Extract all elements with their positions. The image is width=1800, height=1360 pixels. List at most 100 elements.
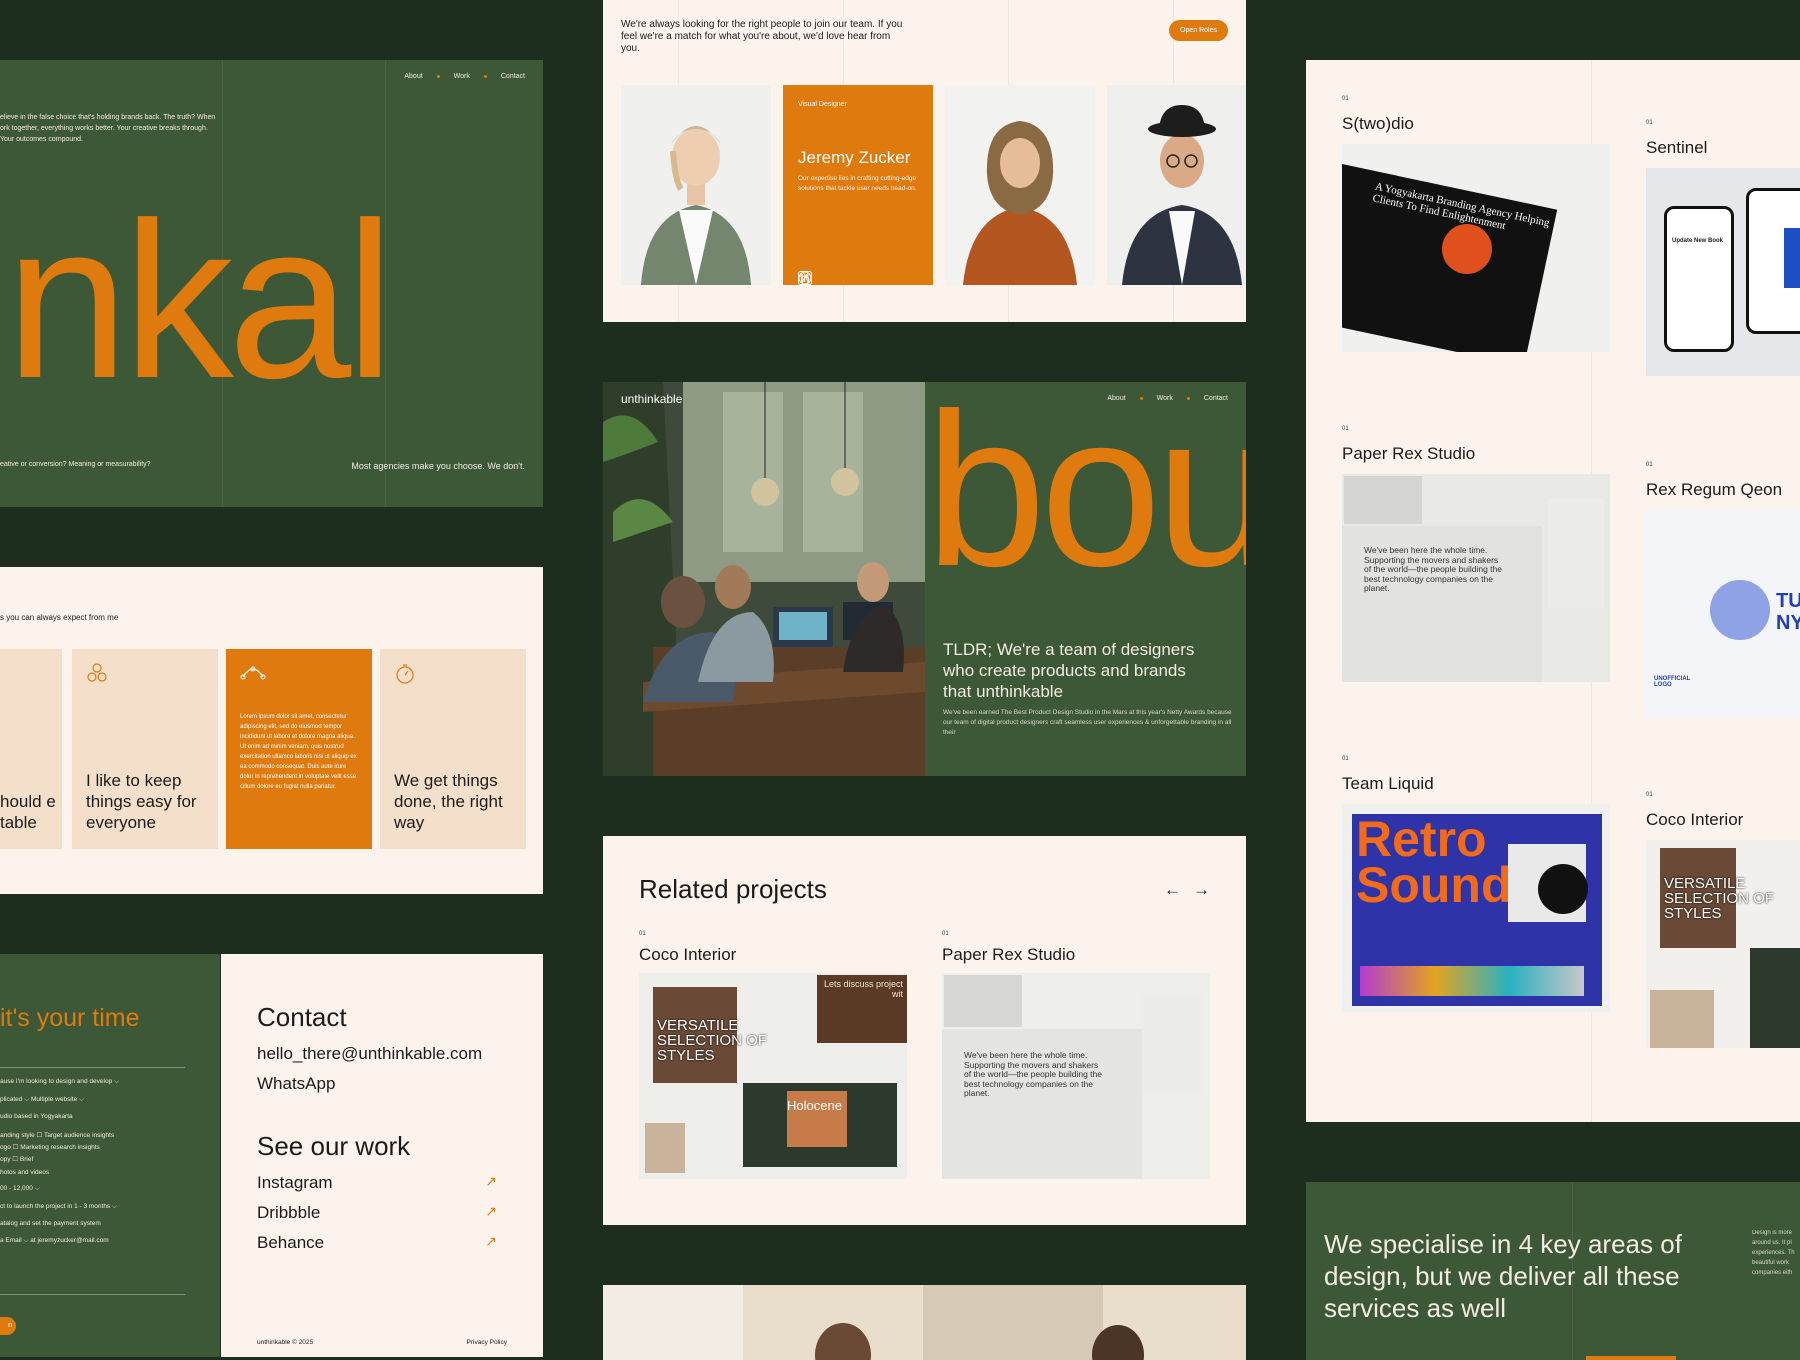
value-card-text: hould e table	[0, 792, 56, 832]
thumb-dark-card	[1750, 948, 1800, 1048]
project-thumbnail: Update New Book	[1646, 168, 1800, 376]
project-name: Sentinel	[1646, 138, 1708, 157]
team-intro: We're always looking for the right peopl…	[621, 19, 903, 54]
project-number: 01	[1646, 120, 1653, 126]
form-line[interactable]: anding style ☐ Target audience insights	[0, 1131, 114, 1139]
member-name: Jeremy Zucker	[798, 148, 911, 167]
project-name: Coco Interior	[1646, 810, 1744, 829]
value-card: I like to keep things easy for everyone	[72, 649, 218, 849]
accent-bar	[1586, 1356, 1676, 1360]
project-name: S(two)dio	[1342, 114, 1414, 133]
stopwatch-icon	[394, 663, 512, 690]
team-member-photo[interactable]	[1107, 85, 1246, 285]
form-line[interactable]: ogo ☐ Marketing research insights	[0, 1143, 100, 1151]
submit-button[interactable]: n	[0, 1317, 16, 1335]
related-project-card[interactable]: 01 Coco Interior VERSATILE SELECTION OF …	[639, 931, 907, 1179]
book-cover	[1784, 228, 1800, 288]
social-link-behance[interactable]: Behance ↗	[257, 1233, 497, 1253]
project-name: Rex Regum Qeon	[1646, 480, 1783, 499]
project-thumbnail: VERSATILE SELECTION OF STYLES Lets discu…	[639, 973, 907, 1179]
project-card[interactable]: 01 Rex Regum Qeon TU NY UNOFFICIAL LOGO	[1646, 462, 1800, 718]
office-illustration	[603, 382, 925, 776]
social-link-dribbble[interactable]: Dribbble ↗	[257, 1203, 497, 1223]
projects-panel: 01 S(two)dio A Yogyakarta Branding Agenc…	[1306, 60, 1800, 1122]
arrow-right-icon[interactable]: →	[1193, 880, 1210, 900]
brand-logo[interactable]: unthinkable	[621, 392, 682, 406]
copyright: unthinkable © 2025	[257, 1339, 314, 1346]
nav-about[interactable]: About	[404, 73, 422, 80]
project-thumbnail: We've been here the whole time. Supporti…	[942, 973, 1210, 1179]
form-line[interactable]: hotos and videos	[0, 1169, 49, 1176]
contact-whatsapp[interactable]: WhatsApp	[257, 1074, 335, 1094]
thumb-image	[1650, 990, 1714, 1048]
nav-dot	[483, 75, 487, 78]
about-nav: About Work Contact	[1107, 395, 1228, 402]
project-card[interactable]: 01 Paper Rex Studio We've been here the …	[1342, 426, 1610, 682]
open-roles-button[interactable]: Open Roles	[1169, 20, 1228, 41]
specialise-panel: We specialise in 4 key areas of design, …	[1306, 1182, 1800, 1360]
link-label: Instagram	[257, 1173, 333, 1192]
nav-about[interactable]: About	[1107, 395, 1125, 402]
team-member-featured-card[interactable]: Visual Designer Jeremy Zucker Our expert…	[783, 85, 933, 285]
thumb-face	[1710, 580, 1770, 640]
project-number: 01	[1342, 96, 1349, 102]
project-number: 01	[1342, 756, 1349, 762]
specialise-headline: We specialise in 4 key areas of design, …	[1324, 1229, 1682, 1323]
bezier-icon	[240, 663, 358, 686]
project-card[interactable]: 01 S(two)dio A Yogyakarta Branding Agenc…	[1342, 96, 1610, 352]
project-card[interactable]: 01 Sentinel Update New Book	[1646, 120, 1800, 376]
project-card[interactable]: 01 Coco Interior VERSATILE SELECTION OF …	[1646, 792, 1800, 1048]
person-illustration	[1107, 85, 1246, 285]
photo-illustration	[603, 1285, 1246, 1360]
phone-mockup	[1664, 206, 1734, 352]
value-card-body: Lorem ipsum dolor sit amet, consectetur …	[240, 714, 357, 790]
about-subtext: We've been earned The Best Product Desig…	[943, 709, 1232, 736]
vinyl-record	[1538, 864, 1588, 914]
value-card-text: We get things done, the right way	[394, 771, 503, 832]
nav-contact[interactable]: Contact	[501, 73, 525, 80]
social-link-instagram[interactable]: Instagram ↗	[257, 1173, 497, 1193]
form-line[interactable]: opy ☐ Brief	[0, 1155, 33, 1163]
hero-panel: About Work Contact elieve in the false c…	[0, 60, 543, 507]
form-divider	[0, 1067, 185, 1068]
project-thumbnail: We've been here the whole time. Supporti…	[1342, 474, 1610, 682]
nav-dot	[1186, 397, 1190, 400]
form-line[interactable]: plicated ⌵ Multiple website ⌵	[0, 1096, 84, 1104]
project-name: Coco Interior	[639, 945, 737, 964]
hero-intro: elieve in the false choice that's holdin…	[0, 114, 216, 143]
project-number: 01	[1646, 462, 1653, 468]
nav-dot	[1139, 397, 1143, 400]
form-line[interactable]: ct to launch the project in 1 - 3 months…	[0, 1203, 117, 1211]
nav-work[interactable]: Work	[1157, 395, 1173, 402]
form-line[interactable]: 00 - 12,000 ⌵	[0, 1185, 40, 1193]
contact-title: Contact	[257, 1002, 347, 1032]
thumb-card: Lets discuss project wit	[817, 975, 907, 1043]
team-panel: We're always looking for the right peopl…	[603, 0, 1246, 322]
values-title: s you can always expect from me	[0, 613, 119, 622]
project-thumbnail: Retro Sound	[1342, 804, 1610, 1012]
team-member-photo[interactable]	[945, 85, 1095, 285]
privacy-policy-link[interactable]: Privacy Policy	[467, 1339, 507, 1346]
form-line[interactable]: ause I'm looking to design and develop ⌵	[0, 1078, 119, 1086]
contact-email[interactable]: hello_there@unthinkable.com	[257, 1044, 482, 1064]
arrow-left-icon[interactable]: ←	[1164, 880, 1181, 900]
nav-work[interactable]: Work	[454, 73, 470, 80]
form-line[interactable]: atalog and set the payment system	[0, 1220, 101, 1227]
thumb-text: We've been here the whole time. Supporti…	[1364, 545, 1502, 593]
thumb-side	[1548, 498, 1604, 608]
thumb-text: We've been here the whole time. Supporti…	[964, 1050, 1102, 1098]
project-number: 01	[1342, 426, 1349, 432]
contact-panel: it's your time ause I'm looking to desig…	[0, 954, 543, 1357]
thumb-headline: VERSATILE SELECTION OF STYLES	[1664, 875, 1775, 922]
related-project-card[interactable]: 01 Paper Rex Studio We've been here the …	[942, 931, 1210, 1179]
form-line[interactable]: udio based in Yogyakarta	[0, 1113, 73, 1120]
arrow-up-right-icon: ↗	[485, 1203, 497, 1219]
hero-statement: Most agencies make you choose. We don't.	[351, 461, 525, 471]
team-member-photo[interactable]	[621, 85, 771, 285]
thumb-sun	[1442, 224, 1492, 274]
nav-contact[interactable]: Contact	[1204, 395, 1228, 402]
form-line[interactable]: a Email ⌵ at jeremyzucker@mail.com	[0, 1237, 109, 1245]
related-title: Related projects	[639, 874, 827, 904]
thumb-image	[944, 975, 1022, 1027]
project-card[interactable]: 01 Team Liquid Retro Sound	[1342, 756, 1610, 1012]
